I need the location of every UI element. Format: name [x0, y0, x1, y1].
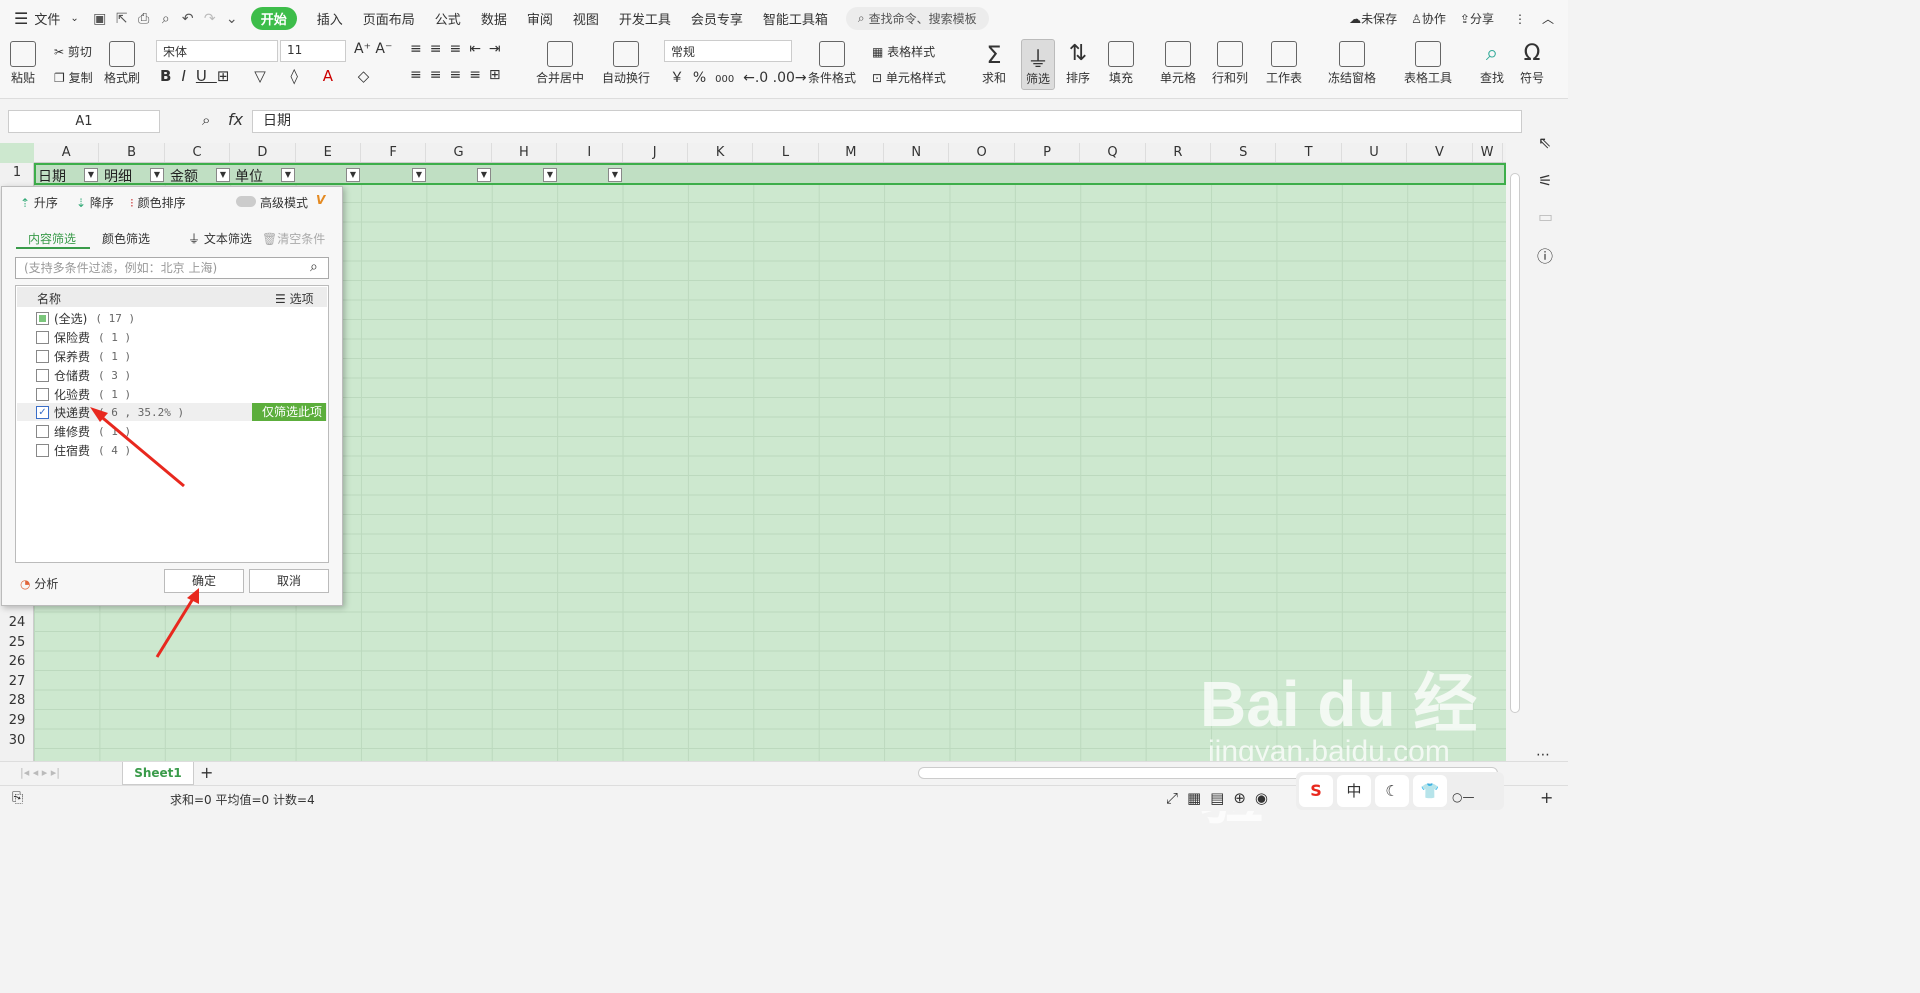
skin-icon[interactable]: 👕 — [1413, 775, 1447, 807]
arrow-to-ok — [155, 596, 196, 658]
add-sheet-icon[interactable]: + — [200, 763, 213, 782]
sogou-icon[interactable]: S — [1299, 775, 1333, 807]
status-bar: ⎘ 求和=0 平均值=0 计数=4 ⤢▦▤⊕◉ S 中 ☾ 👕 ○— + — [0, 772, 1568, 811]
ime-chinese-mode[interactable]: 中 — [1337, 775, 1371, 807]
moon-icon[interactable]: ☾ — [1375, 775, 1409, 807]
sheet-tab-sheet1[interactable]: Sheet1 — [122, 762, 194, 785]
zoom-slider[interactable]: ○— — [1452, 790, 1474, 804]
macro-icon[interactable]: ⎘ — [12, 790, 23, 806]
arrow-to-item — [97, 412, 185, 488]
arrowhead — [187, 588, 199, 604]
annotation-arrows — [90, 407, 199, 658]
status-summary: 求和=0 平均值=0 计数=4 — [170, 793, 315, 807]
view-mode-icons[interactable]: ⤢▦▤⊕◉ — [1166, 789, 1277, 807]
zoom-in-icon[interactable]: + — [1540, 788, 1553, 807]
sheet-nav-icons[interactable]: |◂ ◂ ▸ ▸| — [20, 766, 60, 779]
